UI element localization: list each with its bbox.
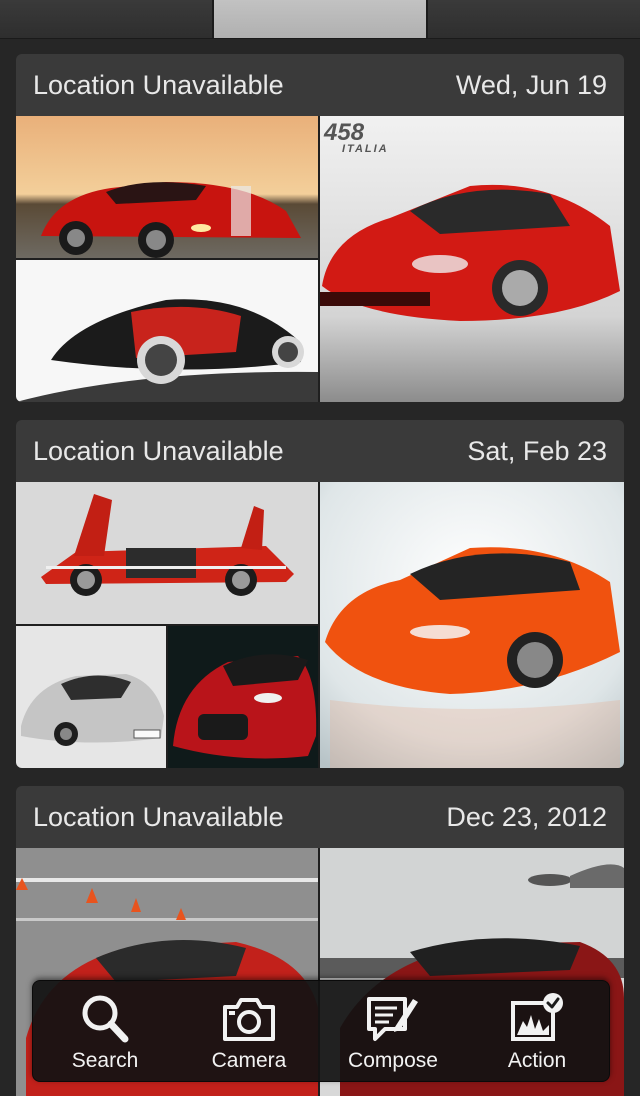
ferrari-sub-text: ITALIA [342,143,389,155]
compose-button[interactable]: Compose [323,981,463,1081]
photo-feed-screen: Location Unavailable Wed, Jun 19 458 ITA… [0,0,640,1096]
search-icon [82,995,129,1043]
photo-thumbnail[interactable] [320,482,624,768]
compose-icon [367,997,418,1041]
card-location: Location Unavailable [33,69,284,100]
search-label: Search [71,1049,139,1072]
photo-thumbnail[interactable] [16,116,318,258]
card-location: Location Unavailable [33,435,284,466]
search-button[interactable]: Search [35,981,175,1081]
camera-label: Camera [211,1049,287,1072]
top-tab-2[interactable] [214,0,428,38]
top-segmented-control [0,0,640,39]
bottom-toolbar: Search Camera Compose Action [32,980,610,1082]
camera-button[interactable]: Camera [179,981,319,1081]
ferrari-model-text: 458 [323,119,365,146]
top-tab-3[interactable] [428,0,640,38]
photo-thumbnail[interactable]: 458 ITALIA [320,116,624,402]
moment-card[interactable]: Location Unavailable Sat, Feb 23 [16,420,624,768]
card-header: Location Unavailable Wed, Jun 19 [16,54,624,116]
photo-thumbnail[interactable] [16,260,318,402]
card-date: Dec 23, 2012 [446,801,607,832]
action-button[interactable]: Action [467,981,607,1081]
photo-thumbnail[interactable] [168,626,318,768]
photo-grid: 458 ITALIA [16,116,624,402]
photo-thumbnail[interactable] [16,482,318,624]
action-label: Action [507,1049,567,1072]
action-icon [511,993,563,1041]
card-header: Location Unavailable Sat, Feb 23 [16,420,624,482]
top-tab-1[interactable] [0,0,214,38]
photo-thumbnail[interactable] [16,626,166,768]
card-date: Sat, Feb 23 [467,435,607,466]
compose-label: Compose [348,1049,438,1072]
photo-grid [16,482,624,768]
card-header: Location Unavailable Dec 23, 2012 [16,786,624,848]
card-date: Wed, Jun 19 [455,69,607,100]
card-location: Location Unavailable [33,801,284,832]
moment-card[interactable]: Location Unavailable Wed, Jun 19 458 ITA… [16,54,624,402]
camera-icon [223,998,275,1041]
